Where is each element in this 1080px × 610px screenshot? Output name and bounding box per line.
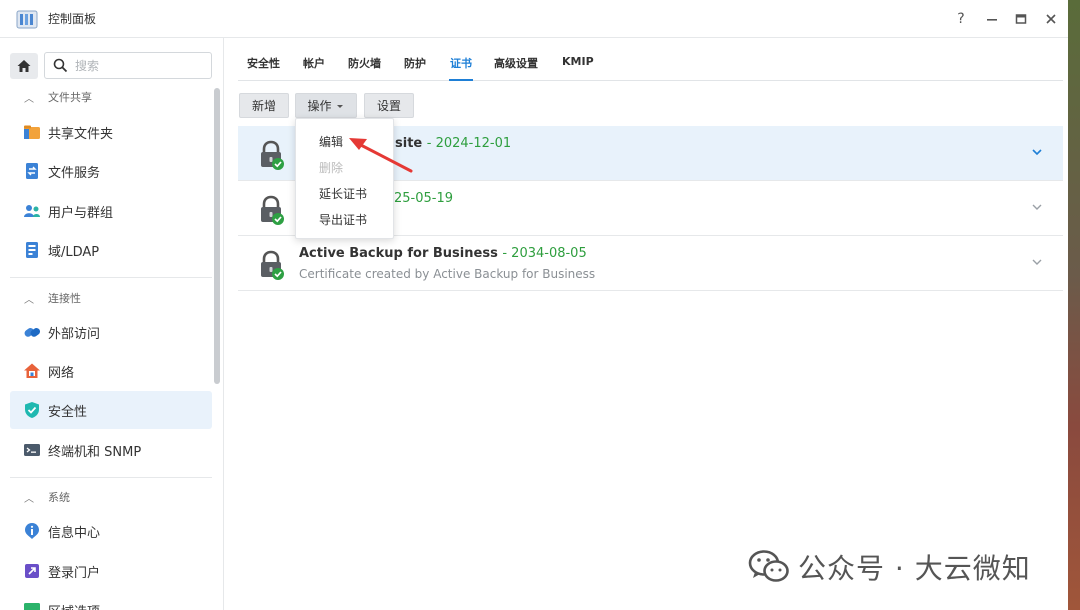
search-input[interactable] [75,57,205,74]
network-icon [22,361,42,381]
tab-certificate[interactable]: 证书 [450,55,472,71]
tab-firewall[interactable]: 防火墙 [348,55,381,71]
certificate-lock-icon [261,140,284,170]
sidebar-item-label: 用户与群组 [48,205,114,221]
active-tab-indicator [449,79,473,81]
action-button-label: 操作 [307,99,332,113]
tab-kmip[interactable]: KMIP [562,55,594,68]
certificate-expiry-date: - 2034-08-05 [502,246,587,261]
section-label: 文件共享 [48,91,92,104]
maximize-button[interactable] [1011,9,1031,29]
tab-advanced[interactable]: 高级设置 [494,55,538,71]
sidebar-item-label: 文件服务 [48,165,101,181]
tab-security[interactable]: 安全性 [247,55,280,71]
minimize-button[interactable] [982,9,1002,29]
chevron-up-icon: ︿ [24,93,34,105]
section-label: 连接性 [48,292,81,305]
chevron-down-icon[interactable] [1031,201,1043,213]
add-button[interactable]: 新增 [239,93,289,118]
section-connectivity[interactable]: ︿ 连接性 [24,289,81,307]
watermark: 公众号 · 大云微知 [748,547,1031,587]
help-icon: ? [957,11,965,27]
sidebar-item-external-access[interactable]: 外部访问 [10,313,212,351]
settings-button-label: 设置 [376,99,401,113]
chevron-up-icon: ︿ [24,294,34,306]
close-icon [1046,14,1056,24]
sidebar-divider [10,277,212,278]
sidebar-item-info-center[interactable]: 信息中心 [10,512,212,550]
sidebar-item-label: 网络 [48,365,75,381]
sidebar-item-label: 安全性 [48,404,88,420]
sidebar-item-terminal-snmp[interactable]: 终端机和 SNMP [10,431,212,469]
terminal-icon [22,440,42,460]
sidebar-item-shared-folder[interactable]: 共享文件夹 [10,113,212,151]
sidebar-item-label: 信息中心 [48,525,101,541]
annotation-arrow-icon [349,138,413,173]
sidebar-item-domain-ldap[interactable]: 域/LDAP [10,231,212,269]
wechat-icon [748,550,789,582]
section-file-sharing[interactable]: ︿ 文件共享 [24,88,92,106]
certificate-title: 25-05-19 [394,191,453,206]
section-system[interactable]: ︿ 系统 [24,488,70,506]
certificate-expiry-date: 25-05-19 [394,191,454,206]
certificate-expiry-date: - 2024-12-01 [426,136,512,151]
window-titlebar: 控制面板 ? [0,0,1068,38]
folder-share-icon [22,122,42,142]
file-services-icon [22,161,42,181]
search-icon [53,58,68,73]
sidebar-divider [10,477,212,478]
sidebar-scrollbar[interactable] [214,88,220,384]
external-access-icon [22,322,42,342]
settings-button[interactable]: 设置 [364,93,414,118]
sidebar-item-network[interactable]: 网络 [10,352,212,390]
tab-protection[interactable]: 防护 [404,55,426,71]
certificate-description: Certificate created by Active Backup for… [299,267,596,281]
sidebar-item-users-groups[interactable]: 用户与群组 [10,192,212,230]
watermark-text: 公众号 · 大云微知 [798,552,1031,585]
minimize-icon [987,19,997,21]
security-shield-icon [22,400,42,420]
certificate-row[interactable]: Active Backup for Business - 2034-08-05 … [238,236,1063,291]
sidebar-item-security[interactable]: 安全性 [10,391,212,429]
certificate-title: Active Backup for Business - 2034-08-05 [299,246,587,261]
menu-item-renew-certificate[interactable]: 延长证书 [319,185,367,202]
desktop-background-edge [1068,0,1080,610]
sidebar-item-label: 共享文件夹 [48,126,114,142]
control-panel-app-icon [16,10,38,29]
menu-item-delete: 删除 [319,161,344,175]
certificate-lock-icon [261,195,284,225]
menu-item-export-certificate[interactable]: 导出证书 [319,211,367,228]
home-button[interactable] [10,53,38,79]
home-icon [17,60,31,72]
info-center-icon [22,521,42,541]
certificate-name: Active Backup for Business [299,246,498,261]
action-dropdown-button[interactable]: 操作 [295,93,357,118]
login-portal-icon [22,561,42,581]
chevron-up-icon: ︿ [24,493,34,505]
caret-down-icon [336,104,343,108]
search-field[interactable] [44,52,212,79]
close-button[interactable] [1041,9,1061,29]
certificate-lock-icon [261,250,284,280]
chevron-down-icon[interactable] [1031,256,1043,268]
add-button-label: 新增 [251,99,276,113]
domain-ldap-icon [22,240,42,260]
regional-options-icon [22,600,42,610]
sidebar-item-label: 终端机和 SNMP [48,444,142,460]
menu-item-edit[interactable]: 编辑 [319,133,343,150]
users-icon [22,201,42,221]
sidebar-item-label: 域/LDAP [48,244,100,260]
sidebar-item-file-services[interactable]: 文件服务 [10,152,212,190]
sidebar-item-regional-options[interactable]: 区域选项 [10,591,212,610]
sidebar-item-login-portal[interactable]: 登录门户 [10,552,212,590]
sidebar-item-label: 外部访问 [48,326,101,342]
section-label: 系统 [48,491,70,504]
tab-account[interactable]: 帐户 [303,55,325,71]
help-button[interactable]: ? [951,9,971,29]
window-title: 控制面板 [48,12,97,26]
sidebar-item-label: 登录门户 [48,565,101,581]
maximize-icon [1015,14,1027,24]
chevron-down-icon[interactable] [1031,146,1043,158]
sidebar-item-label: 区域选项 [48,601,100,610]
